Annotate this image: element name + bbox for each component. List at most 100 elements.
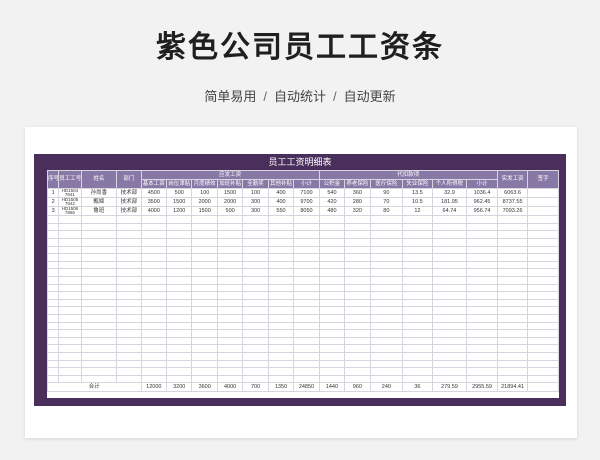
empty-cell [116,245,142,255]
empty-cell [140,351,168,361]
empty-cell [293,344,320,353]
empty-cell [58,253,82,262]
table-cell: 2000 [191,197,218,208]
table-cell: 420 [318,197,346,208]
tag-separator: / [333,89,337,104]
empty-cell [46,306,60,315]
empty-cell [58,367,82,376]
empty-cell [242,321,269,331]
empty-cell [527,351,559,361]
table-cell: 64.74 [431,206,468,217]
empty-cell [216,260,244,270]
table-cell: 962.45 [466,197,498,208]
empty-cell [496,336,529,346]
empty-cell [344,245,371,255]
empty-cell [80,230,118,240]
empty-cell [216,298,244,308]
table-cell: 2 [46,197,60,208]
empty-row [46,291,559,300]
empty-cell [402,306,433,315]
empty-cell [140,260,168,270]
empty-cell [527,245,559,255]
empty-cell [166,329,193,338]
empty-cell [140,321,168,331]
empty-cell [527,291,559,300]
empty-cell [166,291,193,300]
empty-cell [116,238,142,247]
total-cell: 960 [344,382,371,393]
empty-cell [242,291,269,300]
empty-cell [402,321,433,331]
empty-cell [191,260,218,270]
empty-cell [267,359,295,369]
empty-cell [431,374,468,384]
col-medical: 医疗保险 [369,179,404,189]
table-cell: 181.95 [431,197,468,208]
col-emp-id: 员工工号 [58,170,82,189]
table-cell: 320 [344,206,371,217]
empty-cell [140,283,168,293]
empty-cell [216,351,244,361]
table-cell: 500 [166,187,193,199]
empty-cell [216,276,244,285]
table-cell: 技术部 [116,197,142,208]
empty-cell [431,222,468,232]
empty-cell [431,298,468,308]
empty-cell [402,336,433,346]
empty-cell [344,222,371,232]
empty-cell [402,222,433,232]
empty-cell [80,374,118,384]
col-name: 姓名 [80,170,118,189]
empty-cell [496,283,529,293]
empty-cell [267,351,295,361]
empty-cell [402,260,433,270]
empty-cell [166,215,193,224]
table-cell: 鲁班 [80,206,118,217]
empty-cell [267,230,295,240]
total-label: 合计 [47,382,142,393]
empty-cell [166,351,193,361]
empty-cell [116,276,142,285]
empty-cell [527,321,559,331]
empty-cell [496,306,529,315]
empty-cell [242,283,269,293]
empty-cell [191,276,218,285]
empty-cell [267,336,295,346]
salary-sheet: 员工工资明细表 序号 员工工号 姓名 部门 应发工资 代扣款项 实发工资 签字 … [34,154,566,406]
empty-cell [267,344,295,353]
empty-cell [116,253,142,262]
empty-cell [369,344,404,353]
table-cell: 1036.4 [466,187,498,199]
table-cell: 2000 [216,197,244,208]
total-cell: 700 [242,382,269,393]
empty-cell [46,230,60,240]
total-cell: 12000 [140,382,168,393]
empty-cell [527,260,559,270]
col-dept: 部门 [116,170,142,189]
table-cell: 1500 [216,187,244,199]
empty-cell [267,291,295,300]
empty-cell [191,306,218,315]
empty-cell [116,321,142,331]
empty-cell [242,359,269,369]
empty-cell [431,245,468,255]
empty-cell [80,336,118,346]
empty-cell [344,268,371,278]
col-other: 其他补贴 [267,179,295,189]
table-cell: 12 [402,206,433,217]
empty-cell [496,268,529,278]
empty-cell [191,367,218,376]
empty-cell [80,359,118,369]
empty-cell [431,291,468,300]
empty-cell [344,230,371,240]
empty-cell [527,230,559,240]
empty-cell [369,306,404,315]
empty-cell [46,367,60,376]
empty-cell [116,306,142,315]
empty-cell [191,314,218,323]
empty-cell [318,283,346,293]
empty-cell [293,260,320,270]
empty-cell [431,367,468,376]
empty-cell [318,336,346,346]
total-row: 合计 12000 3200 3600 4000 700 1350 24850 1440 960 24… [47,382,559,393]
